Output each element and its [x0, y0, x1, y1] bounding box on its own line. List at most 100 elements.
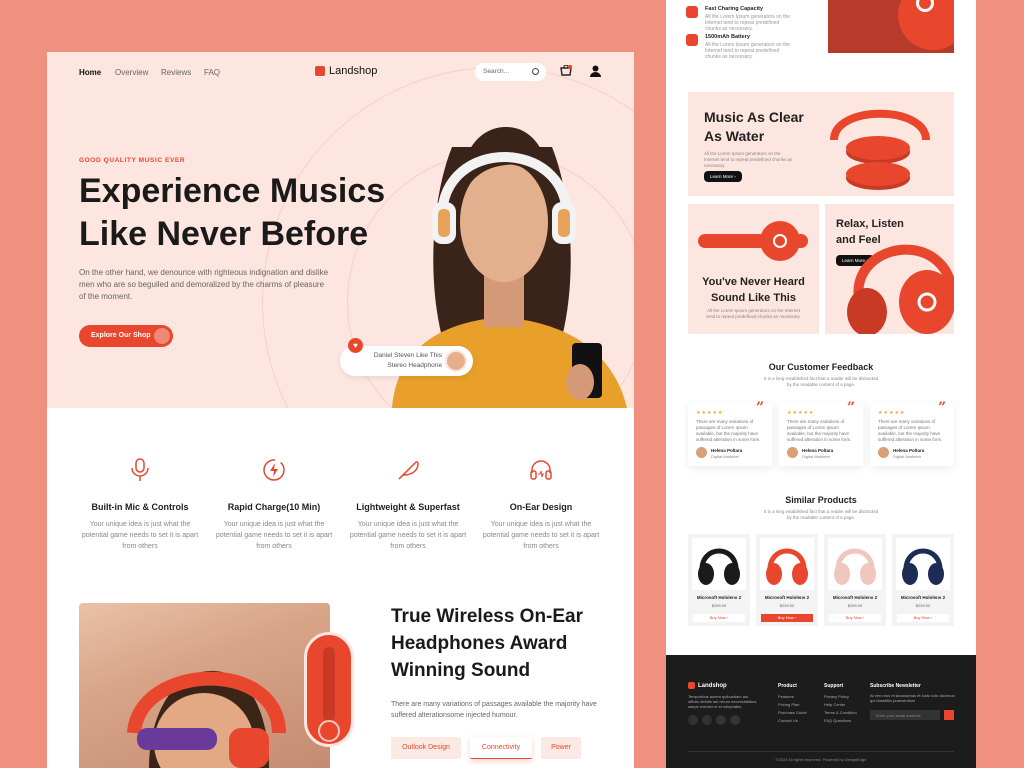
feather-icon — [398, 461, 419, 480]
like-line: Daniel Steven Like This — [373, 352, 442, 359]
testimonial-card: ★★★★★ ” There are many variations of pas… — [870, 400, 954, 466]
twitter-icon[interactable] — [702, 715, 712, 725]
footer-link[interactable]: Purchase Guide — [778, 709, 807, 717]
footer-about: Temporibus autem quibusdam aut officiis … — [688, 694, 757, 709]
cart-icon[interactable] — [560, 65, 572, 76]
instagram-icon[interactable] — [716, 715, 726, 725]
similar-products-title: Similar Products — [785, 495, 857, 505]
feature-item: Rapid Charge(10 Min) Your unique idea is… — [214, 457, 334, 552]
promo-never-heard: You've Never Heard Sound Like This All t… — [688, 204, 819, 334]
avatar — [878, 447, 889, 458]
hero-eyebrow: GOOD QUALITY MUSIC EVER — [79, 157, 186, 164]
battery-icon — [686, 34, 698, 46]
footer-link[interactable]: Help Center — [824, 701, 857, 709]
rating-stars-icon: ★★★★★ — [696, 410, 724, 416]
newsletter-email-input[interactable]: Enter your email address — [870, 710, 940, 720]
tab-connectivity[interactable]: Connectivity — [470, 737, 532, 759]
testimonial-card: ★★★★★ ” There are many variations of pas… — [779, 400, 863, 466]
user-icon[interactable] — [590, 65, 601, 77]
feature-title: On-Ear Design — [509, 502, 573, 512]
cta-label: Explore Our Shop — [91, 332, 151, 339]
product-price: $299.00 — [711, 603, 727, 608]
buy-now-button[interactable]: Buy Now › — [897, 614, 949, 622]
product-image — [692, 538, 746, 590]
product-page: Fast Charing Capacity All the Lorem Ipsu… — [666, 0, 976, 655]
feature-desc: Your unique idea is just what the potent… — [81, 521, 199, 550]
footer-link[interactable]: Pricing Plan — [778, 701, 807, 709]
footer-logo[interactable]: Landshop — [688, 682, 727, 689]
product-card[interactable]: Microsoft Hololens 2 $299.00 Buy Now › — [688, 534, 750, 626]
linkedin-icon[interactable] — [730, 715, 740, 725]
footer-link[interactable]: Terms & Condition — [824, 709, 857, 717]
similar-products-subtitle: It is a long established fact that a rea… — [763, 509, 879, 520]
woman-with-red-headphones-photo — [79, 603, 330, 768]
avatar — [696, 447, 707, 458]
spec-desc: All the Lorem Ipsum generators on the In… — [705, 14, 791, 32]
folded-headphones-image — [830, 109, 930, 190]
product-name: Microsoft Hololens 2 — [900, 595, 946, 600]
promo-music-clear: Music As Clear As Water All the Lorem Ip… — [688, 92, 954, 196]
avatar — [445, 350, 467, 372]
headphone-side-image — [698, 221, 808, 261]
buy-now-button[interactable]: Buy Now › — [693, 614, 745, 622]
headphones-icon — [766, 548, 808, 585]
footer-product-title: Product — [778, 683, 797, 689]
footer-link[interactable]: Features — [778, 693, 807, 701]
nav-reviews[interactable]: Reviews — [161, 68, 191, 77]
spec-item: 1500mAh Battery All the Lorem Ipsum gene… — [686, 34, 806, 60]
copyright: ©2022 All rights reserved. Powered by De… — [775, 757, 867, 762]
tab-outlook-design[interactable]: Outlook Design — [391, 737, 461, 759]
feature-title: Rapid Charge(10 Min) — [227, 502, 321, 512]
shop-bag-icon — [688, 682, 695, 689]
facebook-icon[interactable] — [688, 715, 698, 725]
reviewer-role: Digital Marketer — [893, 454, 922, 459]
search-input[interactable]: Search... — [475, 63, 546, 81]
feature-item: Lightweight & Superfast Your unique idea… — [348, 457, 468, 552]
feature-item: Built-in Mic & Controls Your unique idea… — [80, 457, 200, 552]
spec-desc: All the Lorem Ipsum generators on the In… — [705, 42, 791, 60]
nav-faq[interactable]: FAQ — [204, 68, 220, 77]
testimonial-text: There are many variations of passages of… — [878, 419, 943, 442]
product-card[interactable]: Microsoft Hololens 2 $299.00 Buy Now › — [756, 534, 818, 626]
product-card[interactable]: Microsoft Hololens 2 $299.00 Buy Now › — [892, 534, 954, 626]
product-image — [760, 538, 814, 590]
rating-stars-icon: ★★★★★ — [787, 410, 815, 416]
brand-logo[interactable]: Landshop — [315, 65, 377, 77]
search-icon[interactable] — [532, 68, 539, 75]
footer-divider — [688, 751, 954, 752]
explore-shop-button[interactable]: Explore Our Shop — [79, 325, 173, 347]
quote-icon: ” — [937, 400, 946, 416]
avatar — [787, 447, 798, 458]
quote-icon: ” — [755, 400, 764, 416]
footer-link[interactable]: Contact Us — [778, 717, 807, 725]
testimonial-text: There are many variations of passages of… — [696, 419, 761, 442]
feature-title: Built-in Mic & Controls — [91, 502, 189, 512]
headphones-icon — [834, 548, 876, 585]
nav-overview[interactable]: Overview — [115, 68, 148, 77]
hero-headline: Experience Musics Like Never Before — [79, 170, 399, 256]
reviewer-role: Digital Marketer — [802, 454, 831, 459]
product-name: Microsoft Hololens 2 — [764, 595, 810, 600]
microphone-icon — [131, 458, 149, 481]
product-card[interactable]: Microsoft Hololens 2 $299.00 Buy Now › — [824, 534, 886, 626]
bag-icon — [154, 328, 170, 344]
landing-page: Home Overview Reviews FAQ Landshop Searc… — [47, 52, 634, 768]
tab-power[interactable]: Power — [541, 737, 581, 759]
promo-desc: All the Lorem Ipsum generators on the In… — [706, 308, 801, 319]
buy-now-button[interactable]: Buy Now › — [829, 614, 881, 622]
rating-stars-icon: ★★★★★ — [878, 410, 906, 416]
like-badge: ♥ Daniel Steven Like This Stereo Headpho… — [340, 338, 473, 376]
buy-now-button[interactable]: Buy Now › — [761, 614, 813, 622]
product-price: $299.00 — [915, 603, 931, 608]
feature-title: Lightweight & Superfast — [356, 502, 460, 512]
brand-b-icon — [318, 720, 340, 742]
nav-home[interactable]: Home — [79, 68, 101, 77]
red-headphones-image — [847, 244, 954, 334]
spec-item: Fast Charing Capacity All the Lorem Ipsu… — [686, 6, 806, 32]
feature-desc: Your unique idea is just what the potent… — [215, 521, 333, 550]
footer-link[interactable]: Privacy Policy — [824, 693, 857, 701]
send-icon[interactable] — [944, 710, 954, 720]
promo-title-line: As Water — [704, 128, 765, 144]
footer-link[interactable]: FAQ Questions — [824, 717, 857, 725]
learn-more-button[interactable]: Learn More › — [704, 171, 742, 182]
